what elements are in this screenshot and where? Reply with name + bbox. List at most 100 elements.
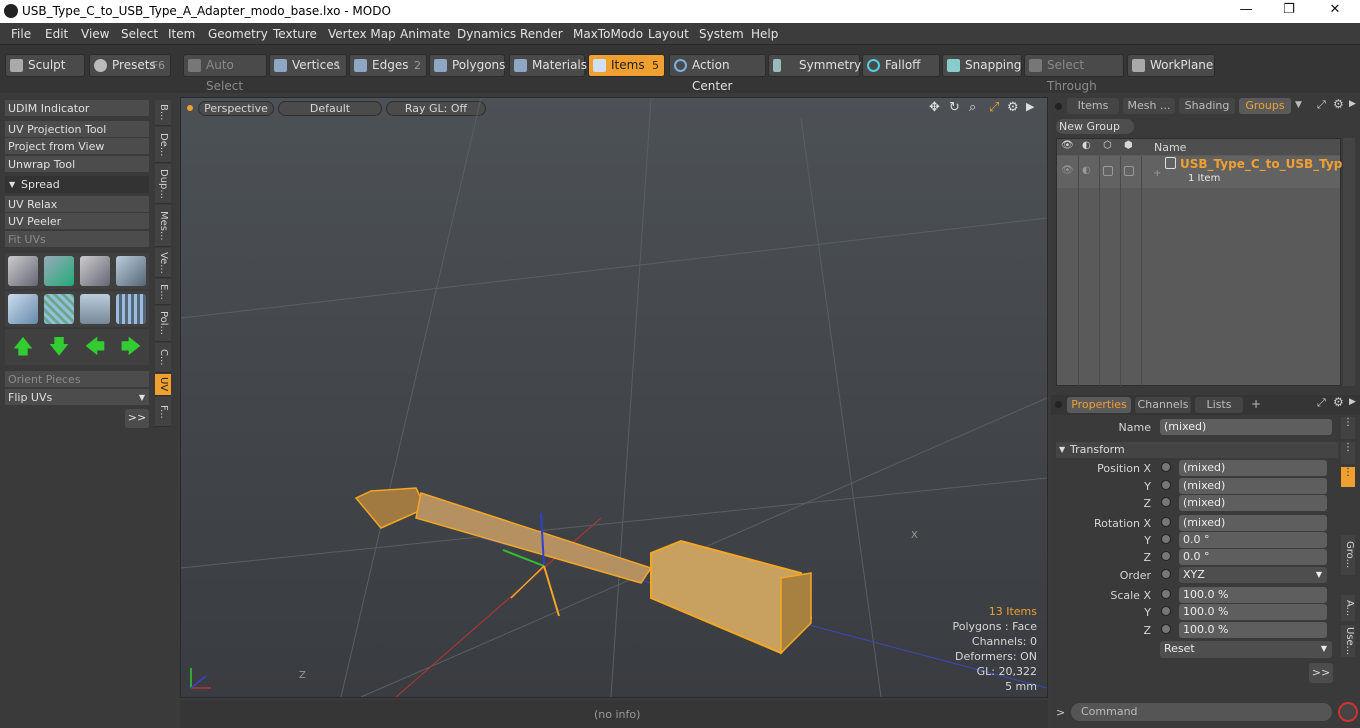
position-y-field[interactable]: (mixed) bbox=[1179, 478, 1327, 494]
position-z-field[interactable]: (mixed) bbox=[1179, 495, 1327, 511]
tab-mesh[interactable]: Mesh ... bbox=[1123, 98, 1175, 114]
row-select-checkbox[interactable] bbox=[1124, 166, 1134, 176]
menu-vertex-map[interactable]: Vertex Map bbox=[328, 27, 396, 41]
properties-menu-arrow-icon[interactable]: ▶ bbox=[1349, 397, 1356, 407]
uv-box-icon[interactable] bbox=[116, 256, 146, 286]
menu-help[interactable]: Help bbox=[751, 27, 778, 41]
action-center-button[interactable]: Action Center bbox=[669, 54, 766, 93]
expand-panel-icon[interactable]: ⤢ bbox=[1317, 98, 1326, 112]
vtab-c[interactable]: C... bbox=[155, 343, 171, 373]
menu-item[interactable]: Item bbox=[168, 27, 195, 41]
scale-z-field[interactable]: 100.0 % bbox=[1179, 622, 1327, 638]
project-from-view-button[interactable]: Project from View bbox=[5, 138, 149, 155]
arrow-left-icon[interactable]: 🡄 bbox=[80, 332, 110, 362]
scale-y-keyframe[interactable] bbox=[1161, 606, 1171, 616]
close-button[interactable]: ✕ bbox=[1320, 2, 1350, 17]
maximize-button[interactable]: ❐ bbox=[1274, 2, 1304, 17]
position-x-field[interactable]: (mixed) bbox=[1179, 460, 1327, 476]
menu-file[interactable]: File bbox=[11, 27, 31, 41]
menu-geometry[interactable]: Geometry bbox=[208, 27, 268, 41]
menu-maxtomodo[interactable]: MaxToModo bbox=[573, 27, 643, 41]
edges-button[interactable]: Edges 2 bbox=[349, 54, 427, 77]
side-tab-active[interactable]: ⋮ bbox=[1341, 467, 1355, 487]
falloff-button[interactable]: Falloff bbox=[862, 54, 940, 77]
menu-animate[interactable]: Animate bbox=[400, 27, 450, 41]
uv-relax-button[interactable]: UV Relax bbox=[5, 196, 149, 213]
transform-section-header[interactable]: ▼ Transform bbox=[1056, 442, 1338, 458]
reset-dropdown[interactable]: Reset ▼ bbox=[1160, 641, 1332, 658]
position-y-keyframe[interactable] bbox=[1161, 480, 1171, 490]
group-name[interactable]: USB_Type_C_to_USB_Typ... bbox=[1180, 157, 1356, 171]
uv-rotate-icon[interactable] bbox=[44, 256, 74, 286]
menu-texture[interactable]: Texture bbox=[273, 27, 317, 41]
rotation-x-field[interactable]: (mixed) bbox=[1179, 515, 1327, 531]
groups-menu-arrow-icon[interactable]: ▶ bbox=[1349, 99, 1356, 109]
vertices-button[interactable]: Vertices 1 bbox=[269, 54, 347, 77]
arrow-up-icon[interactable]: 🡅 bbox=[8, 332, 38, 362]
orient-pieces-button[interactable]: Orient Pieces bbox=[5, 371, 149, 388]
rotation-x-keyframe[interactable] bbox=[1161, 517, 1171, 527]
row-lock-checkbox[interactable] bbox=[1103, 166, 1113, 176]
name-field[interactable]: (mixed) bbox=[1160, 419, 1332, 435]
uv-cube-map-icon[interactable] bbox=[8, 294, 38, 324]
expand-properties-icon[interactable]: ⤢ bbox=[1317, 396, 1326, 410]
order-keyframe[interactable] bbox=[1161, 569, 1171, 579]
arrow-right-icon[interactable]: 🡆 bbox=[116, 332, 146, 362]
arrow-down-icon[interactable]: 🡇 bbox=[44, 332, 74, 362]
rotation-z-keyframe[interactable] bbox=[1161, 551, 1171, 561]
add-tab-button[interactable]: + bbox=[1251, 397, 1261, 411]
menu-select[interactable]: Select bbox=[121, 27, 158, 41]
tabs-dropdown-icon[interactable]: ▼ bbox=[1295, 100, 1302, 110]
menu-dynamics[interactable]: Dynamics bbox=[457, 27, 516, 41]
uv-grid-icon[interactable] bbox=[44, 294, 74, 324]
side-tab-a[interactable]: A... bbox=[1341, 595, 1355, 621]
snapping-button[interactable]: Snapping bbox=[942, 54, 1022, 77]
properties-settings-gear-icon[interactable]: ⚙ bbox=[1333, 395, 1344, 409]
side-tab-dots[interactable]: ⋮ bbox=[1341, 417, 1355, 439]
flip-uvs-dropdown[interactable]: Flip UVs ▼ bbox=[5, 389, 149, 406]
rotation-y-keyframe[interactable] bbox=[1161, 534, 1171, 544]
sculpt-button[interactable]: Sculpt bbox=[5, 54, 85, 77]
uv-peeler-button[interactable]: UV Peeler bbox=[5, 213, 149, 230]
scale-x-keyframe[interactable] bbox=[1161, 589, 1171, 599]
materials-button[interactable]: Materials bbox=[509, 54, 587, 77]
vtab-mes[interactable]: Mes... bbox=[155, 205, 171, 247]
command-input[interactable]: Command bbox=[1071, 703, 1332, 721]
fit-uvs-button[interactable]: Fit UVs bbox=[5, 231, 149, 248]
row-visibility-eye-icon[interactable]: 👁 bbox=[1061, 165, 1074, 176]
scale-z-keyframe[interactable] bbox=[1161, 624, 1171, 634]
tab-items[interactable]: Items bbox=[1067, 98, 1119, 114]
name-column-header[interactable]: Name bbox=[1154, 141, 1186, 154]
menu-layout[interactable]: Layout bbox=[648, 27, 689, 41]
polygons-button[interactable]: Polygons bbox=[429, 54, 505, 77]
rotation-y-field[interactable]: 0.0 ° bbox=[1179, 532, 1327, 548]
uv-planar-icon[interactable] bbox=[116, 294, 146, 324]
tab-properties[interactable]: Properties bbox=[1067, 397, 1131, 413]
new-group-button[interactable]: New Group bbox=[1056, 119, 1134, 134]
symmetry-button[interactable]: Symmetry bbox=[768, 54, 861, 77]
vtab-dup[interactable]: Dup... bbox=[155, 164, 171, 204]
menu-view[interactable]: View bbox=[81, 27, 109, 41]
position-z-keyframe[interactable] bbox=[1161, 497, 1171, 507]
more-tools-button[interactable]: >> bbox=[125, 409, 149, 429]
items-button[interactable]: Items 5 bbox=[588, 54, 665, 77]
workplane-button[interactable]: WorkPlane bbox=[1127, 54, 1215, 77]
select-through-button[interactable]: Select Through bbox=[1024, 54, 1124, 93]
side-tab-dots[interactable]: ⋮ bbox=[1341, 442, 1355, 464]
more-properties-button[interactable]: >> bbox=[1309, 663, 1333, 683]
position-x-keyframe[interactable] bbox=[1161, 462, 1171, 472]
minimize-button[interactable]: — bbox=[1231, 2, 1261, 17]
vtab-pol[interactable]: Pol... bbox=[155, 306, 171, 342]
3d-viewport[interactable]: Perspective Default Ray GL: Off ✥ ↻ ⌕ ⤢ … bbox=[180, 97, 1048, 698]
vtab-b[interactable]: B... bbox=[155, 100, 171, 126]
tab-shading[interactable]: Shading bbox=[1179, 98, 1235, 114]
tab-lists[interactable]: Lists bbox=[1195, 397, 1243, 413]
uv-pyramid-icon[interactable] bbox=[80, 294, 110, 324]
scale-y-field[interactable]: 100.0 % bbox=[1179, 604, 1327, 620]
menu-system[interactable]: System bbox=[699, 27, 744, 41]
tab-channels[interactable]: Channels bbox=[1135, 397, 1191, 413]
vtab-f[interactable]: F... bbox=[155, 397, 171, 427]
record-macro-icon[interactable] bbox=[1338, 702, 1358, 722]
vtab-de[interactable]: De... bbox=[155, 127, 171, 163]
side-tab-use[interactable]: Use... bbox=[1341, 625, 1355, 657]
